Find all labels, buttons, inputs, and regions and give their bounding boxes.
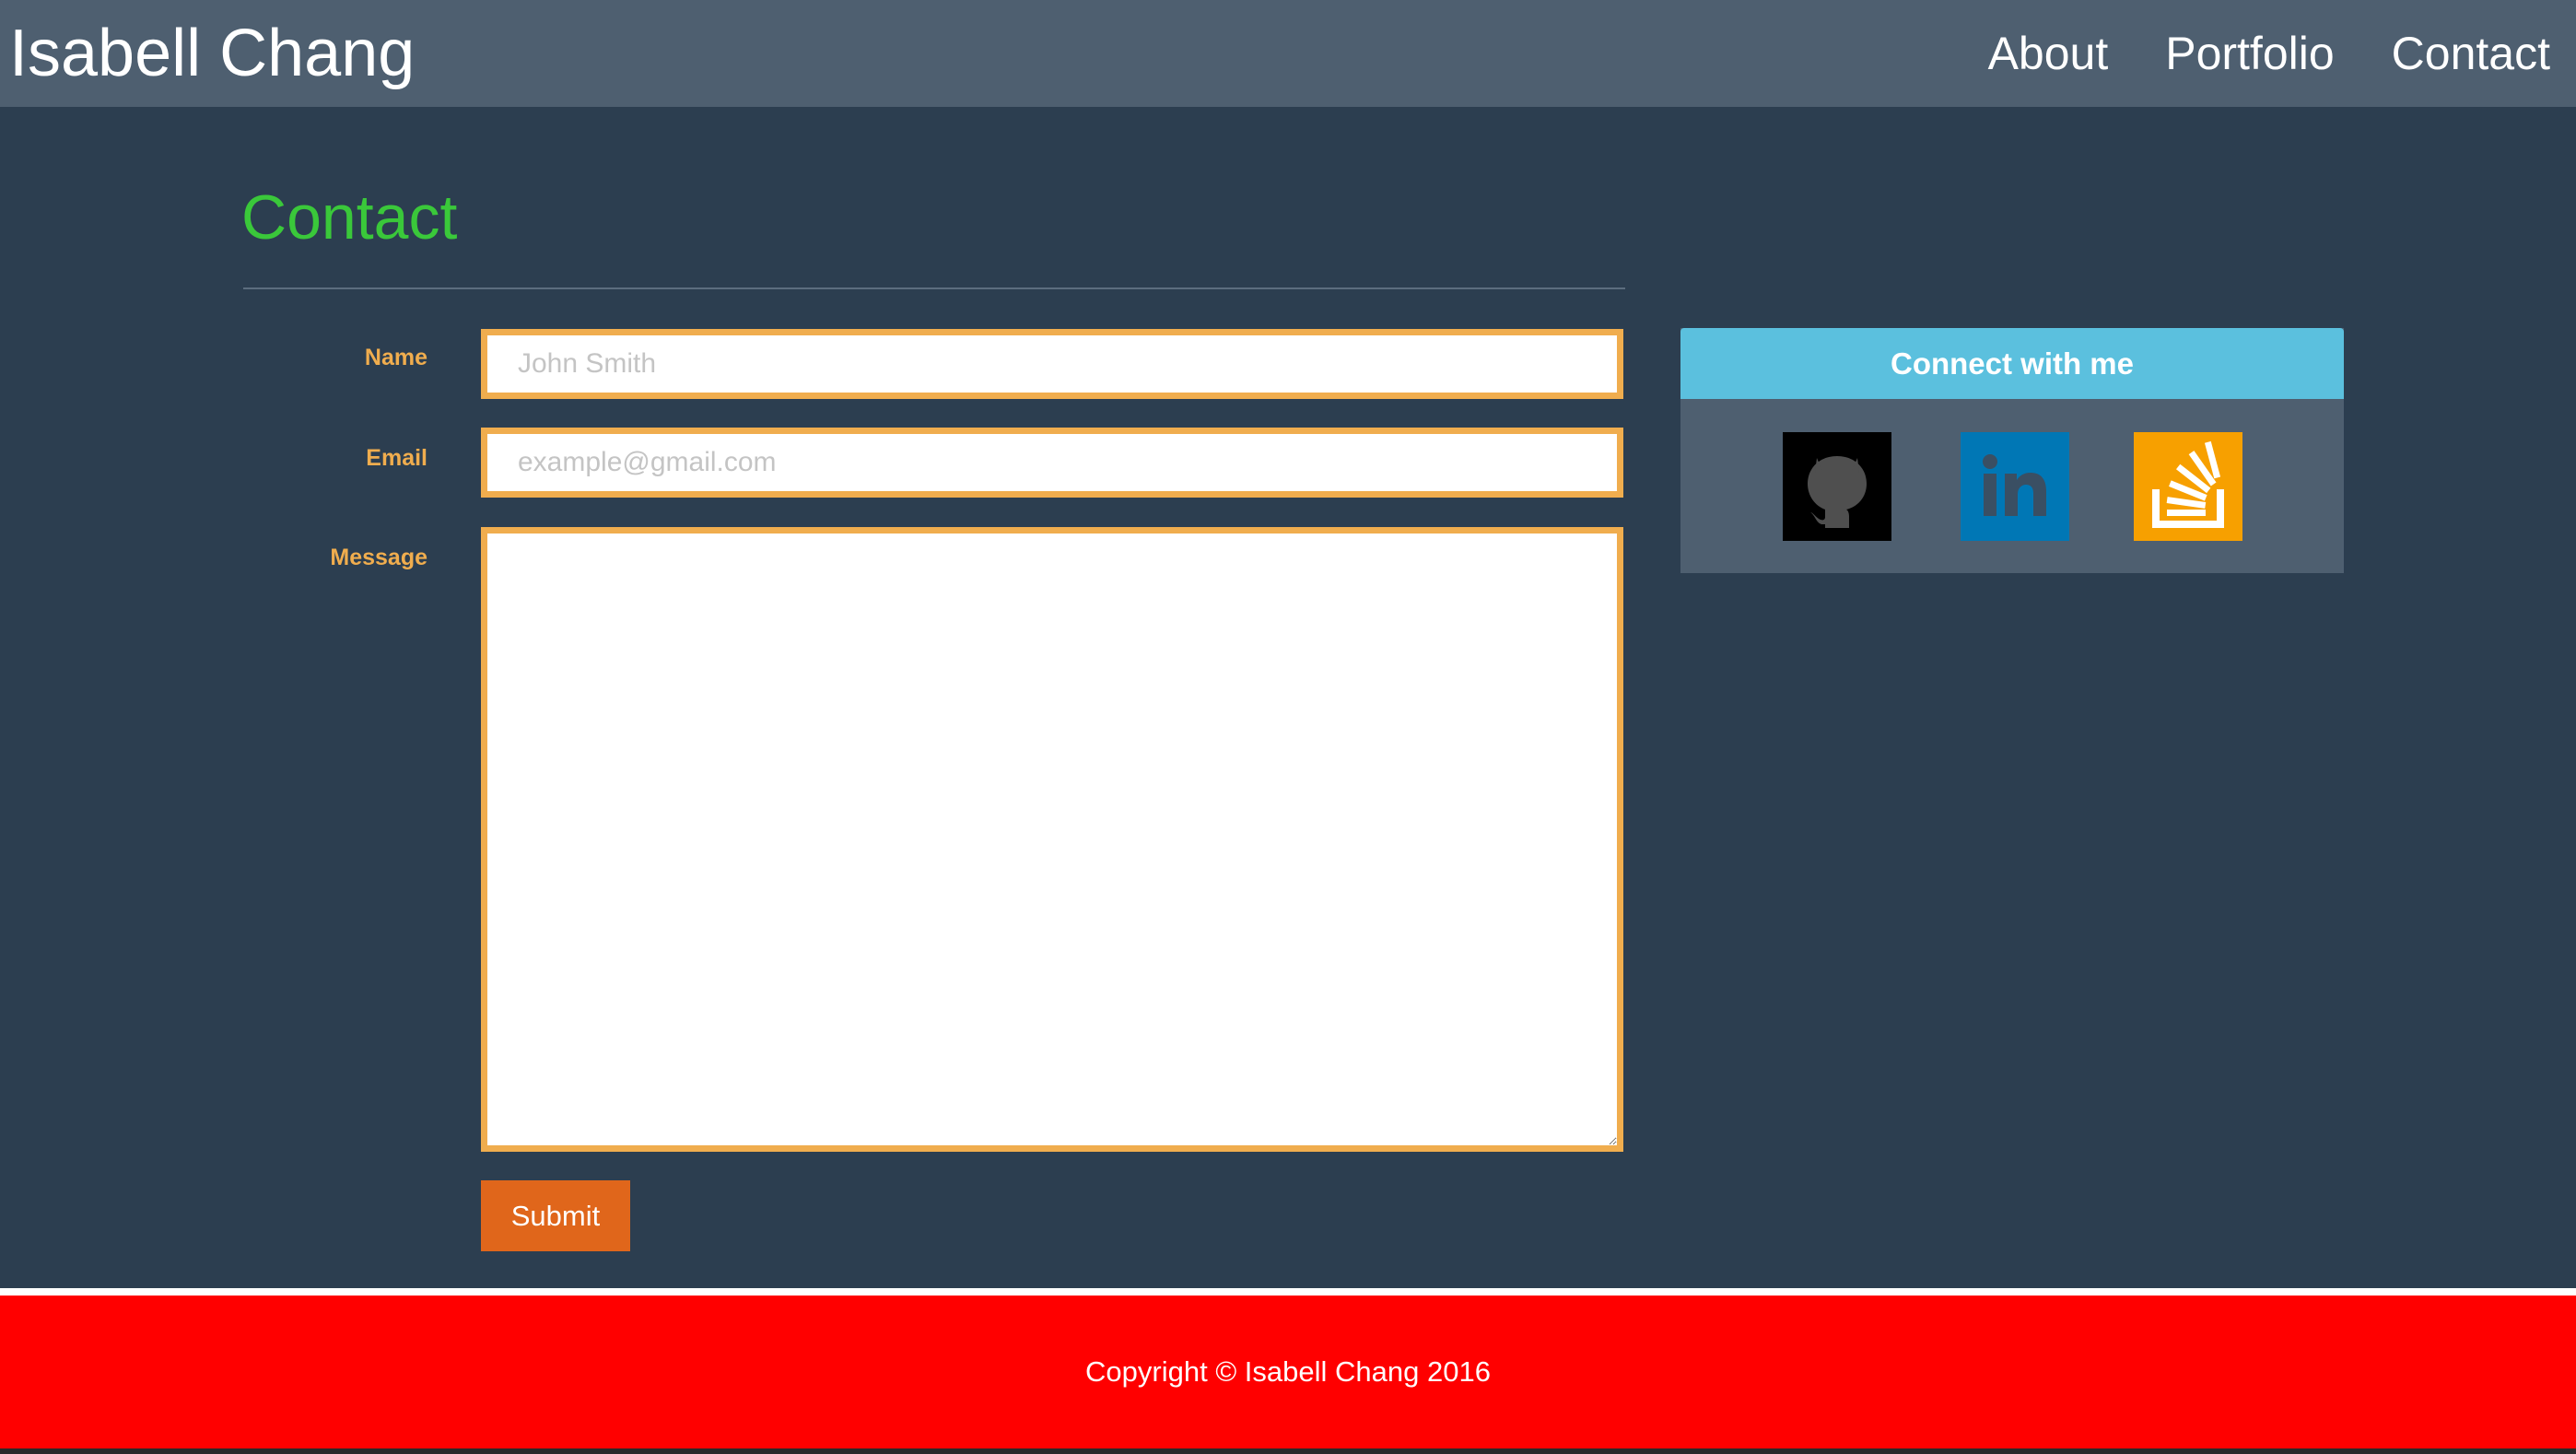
stackoverflow-icon: [2134, 432, 2242, 541]
brand-link[interactable]: Isabell Chang: [9, 9, 415, 98]
footer-divider: [0, 1288, 2576, 1296]
copyright-text: Copyright © Isabell Chang 2016: [1085, 1355, 1491, 1388]
stackoverflow-link[interactable]: [2134, 432, 2242, 541]
name-input[interactable]: [481, 329, 1623, 399]
linkedin-icon: [1961, 432, 2069, 541]
contact-title: Contact: [241, 182, 458, 252]
email-input[interactable]: [481, 428, 1623, 498]
bottom-edge: [0, 1448, 2576, 1454]
connect-panel-title: Connect with me: [1680, 328, 2344, 399]
nav-link-portfolio[interactable]: Portfolio: [2165, 27, 2334, 80]
github-link[interactable]: [1783, 432, 1891, 541]
title-divider: [243, 287, 1625, 289]
linkedin-link[interactable]: [1961, 432, 2069, 541]
message-label: Message: [330, 545, 427, 570]
footer: Copyright © Isabell Chang 2016: [0, 1296, 2576, 1448]
name-label: Name: [364, 345, 427, 370]
nav-link-contact[interactable]: Contact: [2392, 27, 2550, 80]
github-icon: [1783, 432, 1891, 541]
connect-panel: Connect with me: [1680, 328, 2344, 573]
nav-links: About Portfolio Contact: [1931, 0, 2550, 107]
navbar: Isabell Chang About Portfolio Contact: [0, 0, 2576, 107]
nav-link-about[interactable]: About: [1988, 27, 2109, 80]
submit-button[interactable]: Submit: [481, 1180, 630, 1251]
email-label: Email: [366, 445, 427, 471]
message-textarea[interactable]: [481, 527, 1623, 1152]
